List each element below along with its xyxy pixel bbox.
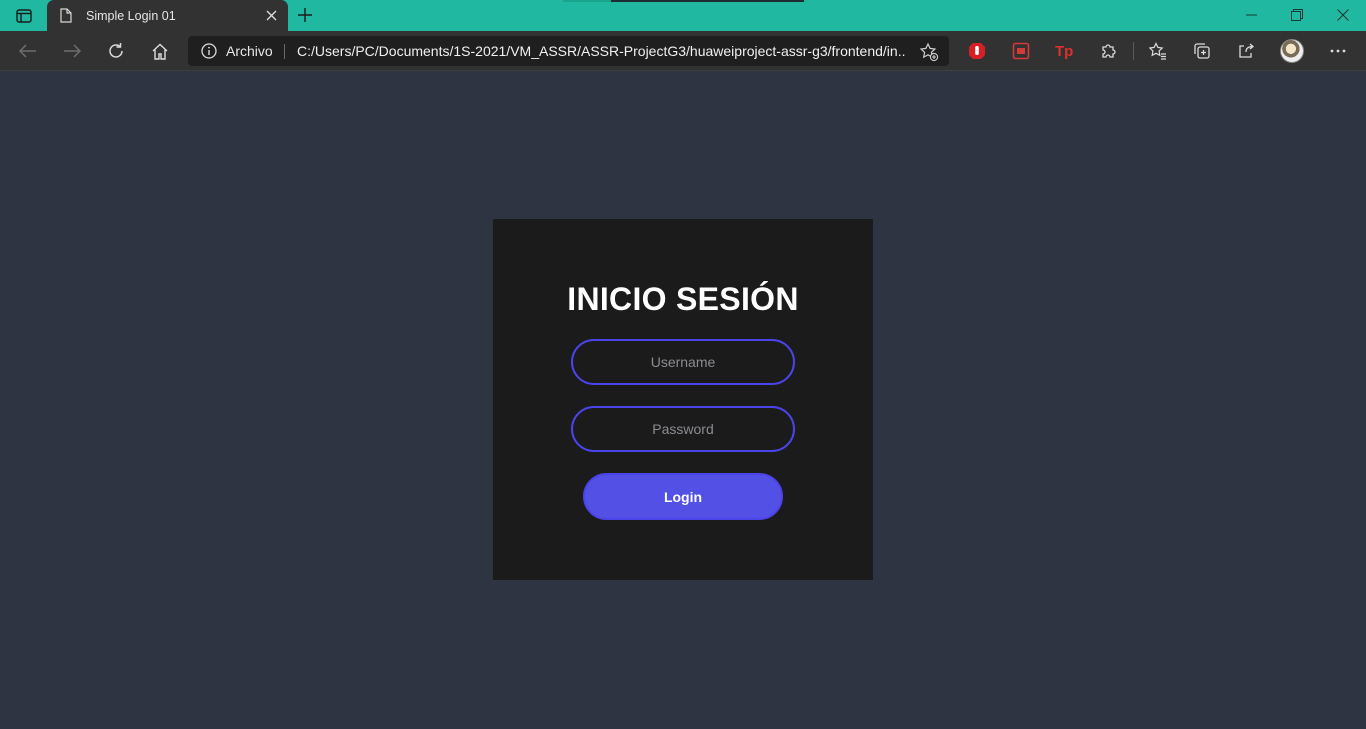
title-bar: Simple Login 01 <box>0 0 1366 31</box>
tp-icon: Tp <box>1055 43 1073 60</box>
extension-tp[interactable]: Tp <box>1053 39 1077 63</box>
tab-title: Simple Login 01 <box>86 8 176 23</box>
restore-icon <box>1291 9 1303 21</box>
puzzle-icon <box>1102 44 1116 58</box>
close-window-button[interactable] <box>1331 4 1355 26</box>
share-button[interactable] <box>1234 39 1258 63</box>
address-divider <box>284 44 285 59</box>
username-input[interactable] <box>571 339 795 385</box>
drag-region-accent <box>563 0 611 2</box>
collections-icon <box>1194 43 1210 59</box>
refresh-button[interactable] <box>104 39 128 63</box>
more-menu-button[interactable] <box>1326 39 1350 63</box>
tab-actions-icon <box>16 9 32 23</box>
minimize-button[interactable] <box>1239 4 1263 26</box>
plus-icon <box>298 8 312 22</box>
more-icon <box>1330 49 1346 53</box>
extension-hand-stop[interactable] <box>965 39 989 63</box>
info-icon[interactable] <box>201 43 217 59</box>
forward-button[interactable] <box>60 39 84 63</box>
refresh-icon <box>109 43 123 58</box>
collections-button[interactable] <box>1190 39 1214 63</box>
profile-avatar[interactable] <box>1280 39 1304 63</box>
close-icon <box>1337 9 1349 21</box>
add-favorite-icon[interactable] <box>919 42 939 62</box>
recorder-icon <box>1012 42 1030 60</box>
active-tab[interactable]: Simple Login 01 <box>47 0 288 31</box>
login-title: INICIO SESIÓN <box>567 281 799 317</box>
home-icon <box>152 43 168 60</box>
new-tab-button[interactable] <box>295 5 315 25</box>
share-icon <box>1239 43 1255 58</box>
favorites-icon <box>1149 42 1166 60</box>
toolbar-divider <box>1133 42 1134 60</box>
arrow-right-icon <box>64 44 81 58</box>
favorites-button[interactable] <box>1146 39 1170 63</box>
page-icon <box>58 8 74 24</box>
tab-actions-button[interactable] <box>8 6 40 26</box>
drag-region-bar <box>611 0 804 2</box>
back-button[interactable] <box>16 39 40 63</box>
extension-recorder[interactable] <box>1009 39 1033 63</box>
address-bar[interactable]: Archivo C:/Users/PC/Documents/1S-2021/VM… <box>188 36 949 66</box>
login-card: INICIO SESIÓN Login <box>493 219 873 580</box>
minimize-icon <box>1245 14 1257 16</box>
address-url[interactable]: C:/Users/PC/Documents/1S-2021/VM_ASSR/AS… <box>297 43 905 59</box>
restore-button[interactable] <box>1285 4 1309 26</box>
address-scheme-label: Archivo <box>226 43 273 59</box>
home-button[interactable] <box>148 39 172 63</box>
arrow-left-icon <box>19 44 36 58</box>
svg-text:Tp: Tp <box>1055 43 1073 60</box>
extensions-button[interactable] <box>1097 39 1121 63</box>
password-input[interactable] <box>571 406 795 452</box>
browser-toolbar: Archivo C:/Users/PC/Documents/1S-2021/VM… <box>0 31 1366 71</box>
close-tab-icon[interactable] <box>264 8 278 22</box>
hand-stop-icon <box>969 43 985 59</box>
login-button[interactable]: Login <box>583 473 783 520</box>
